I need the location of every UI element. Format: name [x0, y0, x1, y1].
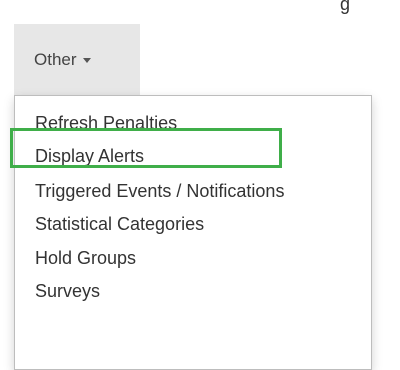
caret-down-icon — [82, 57, 91, 63]
other-button-label: Other — [34, 50, 77, 69]
cutoff-header-text: g — [340, 0, 351, 14]
menu-item-surveys[interactable]: Surveys — [35, 276, 100, 306]
menu-item-hold-groups[interactable]: Hold Groups — [35, 243, 136, 273]
menu-item-statistical-categories[interactable]: Statistical Categories — [35, 209, 204, 239]
top-bar: g — [0, 0, 400, 24]
other-dropdown-menu: Refresh Penalties Display Alerts Trigger… — [14, 95, 372, 370]
menu-item-refresh-penalties[interactable]: Refresh Penalties — [35, 108, 177, 138]
other-dropdown-button[interactable]: Other — [14, 24, 140, 96]
menu-item-triggered-events-notifications[interactable]: Triggered Events / Notifications — [35, 176, 284, 206]
menu-item-display-alerts[interactable]: Display Alerts — [35, 141, 144, 171]
